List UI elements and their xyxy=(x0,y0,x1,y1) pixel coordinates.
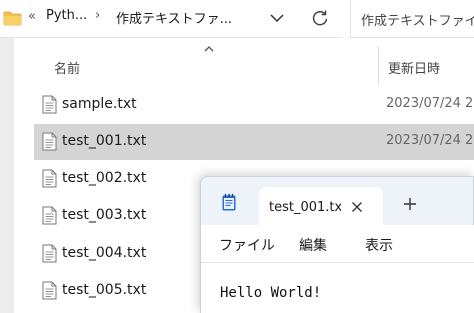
column-date-header[interactable]: 更新日時 xyxy=(388,58,440,77)
file-name: test_004.txt xyxy=(62,245,147,261)
text-file-icon xyxy=(42,206,57,225)
address-bar[interactable]: « Pyth... › 作成テキストファ... xyxy=(0,0,342,38)
column-name-header[interactable]: 名前 xyxy=(54,58,80,77)
file-name: test_001.txt xyxy=(62,133,147,149)
folder-icon xyxy=(3,11,22,26)
navigation-pane[interactable] xyxy=(0,38,14,313)
address-overflow-chevron[interactable]: « xyxy=(28,9,36,24)
file-date: 2023/07/24 2 xyxy=(386,96,474,111)
menu-file[interactable]: ファイル xyxy=(219,235,275,255)
tab-title: test_001.txt xyxy=(269,200,341,215)
plus-icon[interactable] xyxy=(403,197,417,211)
text-file-icon xyxy=(42,95,57,114)
address-separator[interactable]: › xyxy=(95,8,100,23)
file-row[interactable]: sample.txt 2023/07/24 2 xyxy=(34,87,474,123)
notepad-window[interactable]: test_001.txt ファイル 編集 表示 Hello World! xyxy=(200,176,474,313)
refresh-icon[interactable] xyxy=(310,8,330,28)
column-divider[interactable] xyxy=(378,46,379,86)
close-icon[interactable] xyxy=(349,199,365,215)
file-name: test_003.txt xyxy=(62,207,147,223)
search-placeholder[interactable]: 作成テキストファイル xyxy=(361,10,474,29)
sort-up-icon[interactable] xyxy=(202,44,216,54)
text-file-icon xyxy=(42,244,57,263)
notepad-tab[interactable]: test_001.txt xyxy=(259,187,383,227)
menu-edit[interactable]: 編集 xyxy=(299,235,327,255)
notepad-title-bar[interactable]: test_001.txt xyxy=(201,177,474,227)
chevron-down-icon[interactable] xyxy=(268,9,286,27)
text-file-icon xyxy=(42,132,57,151)
file-date: 2023/07/24 2 xyxy=(386,133,474,148)
text-file-icon xyxy=(42,169,57,188)
file-row-selected[interactable]: test_001.txt 2023/07/24 2 xyxy=(34,124,474,160)
notepad-icon xyxy=(222,193,236,211)
search-box[interactable]: 作成テキストファイル xyxy=(350,0,474,38)
menu-view[interactable]: 表示 xyxy=(365,235,393,255)
notepad-menu-bar: ファイル 編集 表示 xyxy=(201,225,474,263)
text-file-icon xyxy=(42,281,57,300)
editor-text: Hello World! xyxy=(220,285,322,301)
address-segment-python[interactable]: Pyth... xyxy=(46,8,87,23)
file-name: sample.txt xyxy=(62,96,137,112)
file-name: test_005.txt xyxy=(62,282,147,298)
notepad-editor[interactable]: Hello World! xyxy=(201,263,474,313)
file-name: test_002.txt xyxy=(62,170,147,186)
address-segment-folder[interactable]: 作成テキストファ... xyxy=(116,8,232,27)
